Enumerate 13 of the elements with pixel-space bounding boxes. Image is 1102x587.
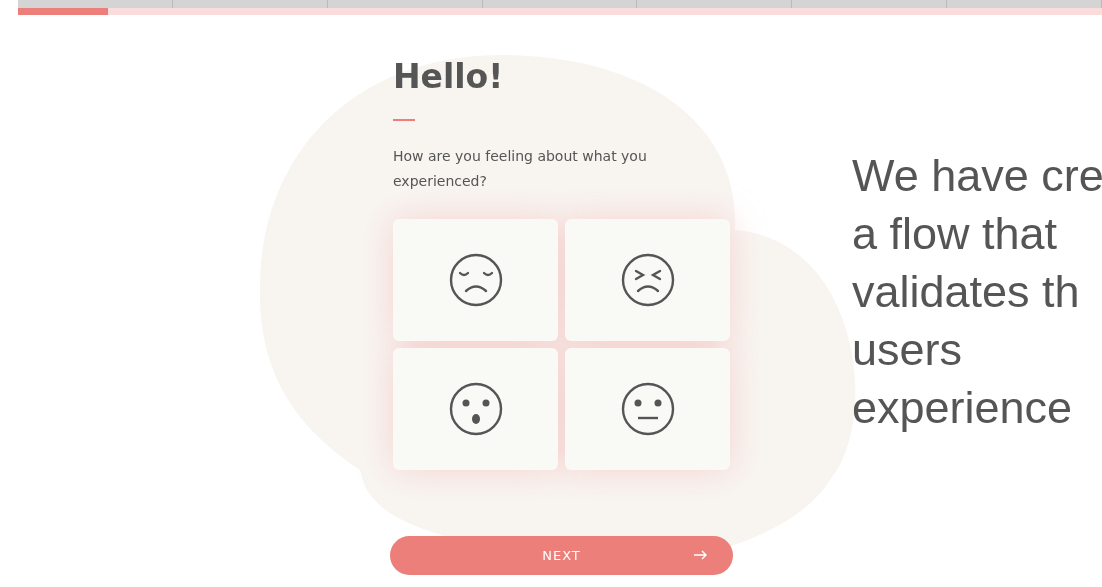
mood-option[interactable] [393, 348, 558, 470]
surprised-face-icon [448, 382, 503, 436]
next-button[interactable]: NEXT [390, 536, 733, 575]
neutral-face-icon [620, 382, 675, 436]
mood-option[interactable] [565, 219, 730, 341]
mood-option[interactable] [393, 219, 558, 341]
question-text: How are you feeling about what you experienced? [393, 147, 648, 191]
tagline-text: We have cre a flow that validates th users experience [852, 149, 1102, 435]
greeting-title: Hello! [393, 57, 505, 97]
mood-option[interactable] [565, 348, 730, 470]
sad-face-icon [448, 253, 503, 307]
angry-face-icon [620, 253, 675, 307]
arrow-right-icon [693, 550, 707, 560]
